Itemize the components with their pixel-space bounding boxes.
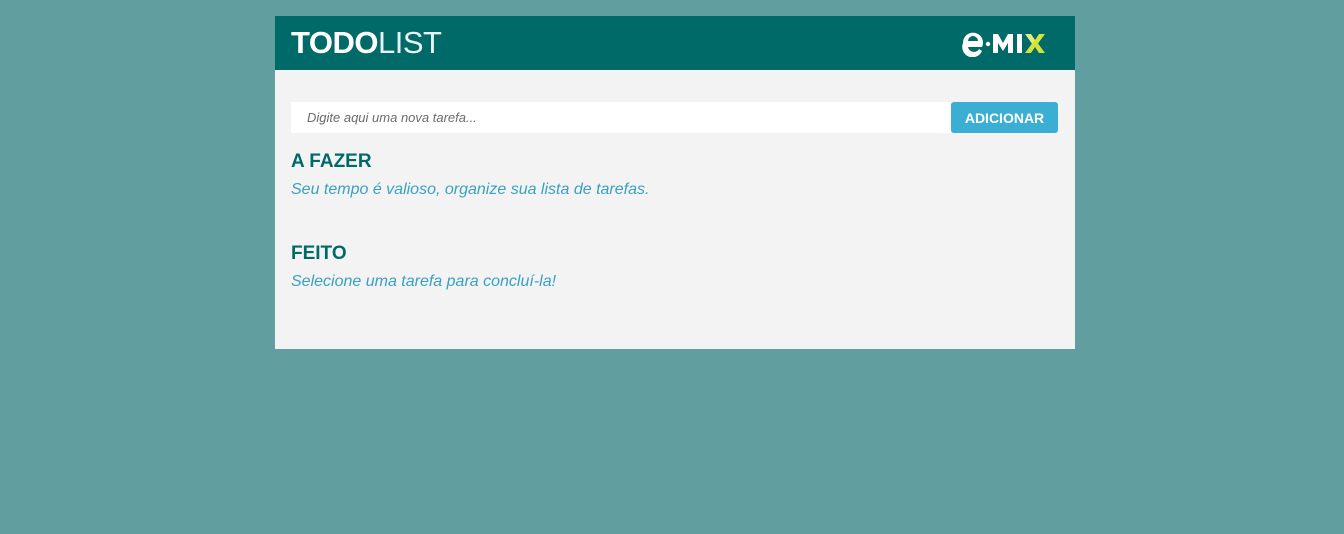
todo-empty-message: Seu tempo é valioso, organize sua lista …: [291, 181, 650, 198]
todo-app: TODOLIST ADICIONAR A FAZER Se: [275, 16, 1075, 349]
app-title-light: LIST: [378, 25, 442, 60]
app-header: TODOLIST: [275, 16, 1075, 70]
todo-section: A FAZER Seu tempo é valioso, organize su…: [291, 151, 1058, 199]
emix-logo: [961, 16, 1057, 70]
done-empty-message: Selecione uma tarefa para concluí-la!: [291, 273, 557, 290]
todo-section-title: A FAZER: [291, 151, 372, 172]
add-task-form: ADICIONAR: [291, 102, 1058, 133]
app-title-bold: TODO: [291, 25, 379, 60]
emix-logo-icon: [962, 32, 1045, 57]
app-content: ADICIONAR A FAZER Seu tempo é valioso, o…: [275, 70, 1075, 291]
done-section: FEITO Selecione uma tarefa para concluí-…: [291, 243, 1058, 291]
new-task-input[interactable]: [291, 102, 951, 133]
app-title: TODOLIST: [291, 16, 442, 70]
add-task-button[interactable]: ADICIONAR: [951, 102, 1058, 133]
done-section-title: FEITO: [291, 243, 347, 264]
